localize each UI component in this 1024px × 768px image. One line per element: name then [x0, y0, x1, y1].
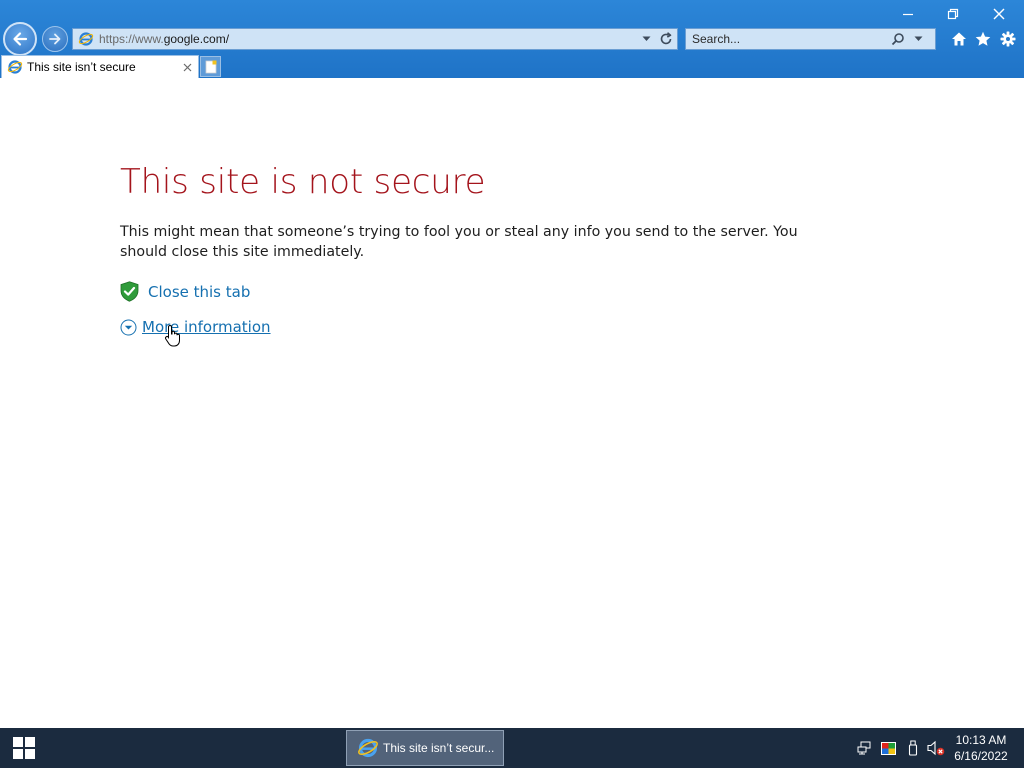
dropdown-icon [914, 36, 922, 41]
taskbar: This site isn’t secur... 10:13 AM 6/16/2… [0, 728, 1024, 768]
home-icon [952, 32, 966, 46]
new-tab-icon [205, 60, 216, 73]
close-icon [993, 8, 1005, 20]
start-button[interactable] [0, 728, 48, 768]
back-arrow-icon [13, 32, 28, 46]
system-clock[interactable]: 10:13 AM 6/16/2022 [948, 732, 1014, 764]
more-information-link[interactable]: More information [120, 318, 271, 336]
tab-active[interactable]: This site isn’t secure [1, 55, 199, 78]
clock-date: 6/16/2022 [954, 749, 1008, 763]
search-input[interactable]: Search... [692, 32, 889, 46]
minimize-icon [903, 13, 913, 16]
refresh-button[interactable] [657, 30, 675, 48]
color-icon [880, 741, 896, 755]
address-url[interactable]: https://www.google.com/ [99, 32, 637, 46]
restore-button[interactable] [933, 2, 973, 26]
network-icon [857, 741, 871, 755]
page-content: This site is not secure This might mean … [0, 78, 1024, 728]
close-tab-label[interactable]: Close this tab [148, 283, 250, 301]
settings-button[interactable] [997, 28, 1019, 50]
clock-time: 10:13 AM [955, 733, 1007, 747]
tab-close-button[interactable] [179, 59, 195, 75]
page-description: This might mean that someone’s trying to… [120, 224, 798, 260]
usb-tray-button[interactable] [904, 740, 922, 756]
address-dropdown-button[interactable] [637, 30, 655, 48]
tab-title: This site isn’t secure [27, 60, 136, 74]
taskbar-item-ie[interactable]: This site isn’t secur... [346, 730, 504, 766]
minimize-button[interactable] [888, 2, 928, 26]
close-window-button[interactable] [979, 2, 1019, 26]
favorites-star-icon [975, 31, 991, 46]
dropdown-icon [642, 36, 650, 41]
page-title: This site is not secure [120, 162, 486, 202]
windows-start-icon [13, 737, 35, 759]
forward-arrow-icon [49, 33, 61, 45]
network-tray-button[interactable] [855, 740, 873, 756]
search-icon [891, 33, 904, 46]
tab-close-icon [183, 63, 191, 71]
volume-tray-button[interactable] [927, 740, 945, 756]
refresh-icon [660, 32, 672, 45]
settings-gear-icon [1000, 31, 1016, 47]
more-information-label[interactable]: More information [142, 318, 271, 336]
ie-icon [358, 738, 378, 758]
color-tray-button[interactable] [879, 740, 897, 756]
hand-cursor-icon [165, 324, 180, 347]
browser-chrome: https://www.google.com/ Search... This s… [0, 0, 1024, 78]
close-tab-link[interactable]: Close this tab [120, 281, 250, 302]
address-domain: google.com/ [163, 32, 230, 46]
search-dropdown-button[interactable] [909, 30, 927, 48]
search-box[interactable]: Search... [685, 28, 936, 50]
home-button[interactable] [948, 28, 970, 50]
taskbar-item-label: This site isn’t secur... [383, 741, 495, 755]
usb-icon [908, 740, 918, 756]
expand-chevron-icon [120, 319, 137, 335]
shield-check-icon [120, 281, 139, 302]
ie-icon [7, 59, 23, 75]
address-bar[interactable]: https://www.google.com/ [72, 28, 678, 50]
volume-muted-icon [927, 740, 945, 756]
ie-icon [78, 31, 94, 47]
back-button[interactable] [3, 22, 37, 56]
favorites-button[interactable] [972, 28, 994, 50]
search-button[interactable] [889, 30, 907, 48]
restore-icon [947, 8, 959, 20]
forward-button[interactable] [42, 26, 68, 52]
address-protocol: https://www. [99, 32, 164, 46]
new-tab-button[interactable] [200, 56, 221, 77]
